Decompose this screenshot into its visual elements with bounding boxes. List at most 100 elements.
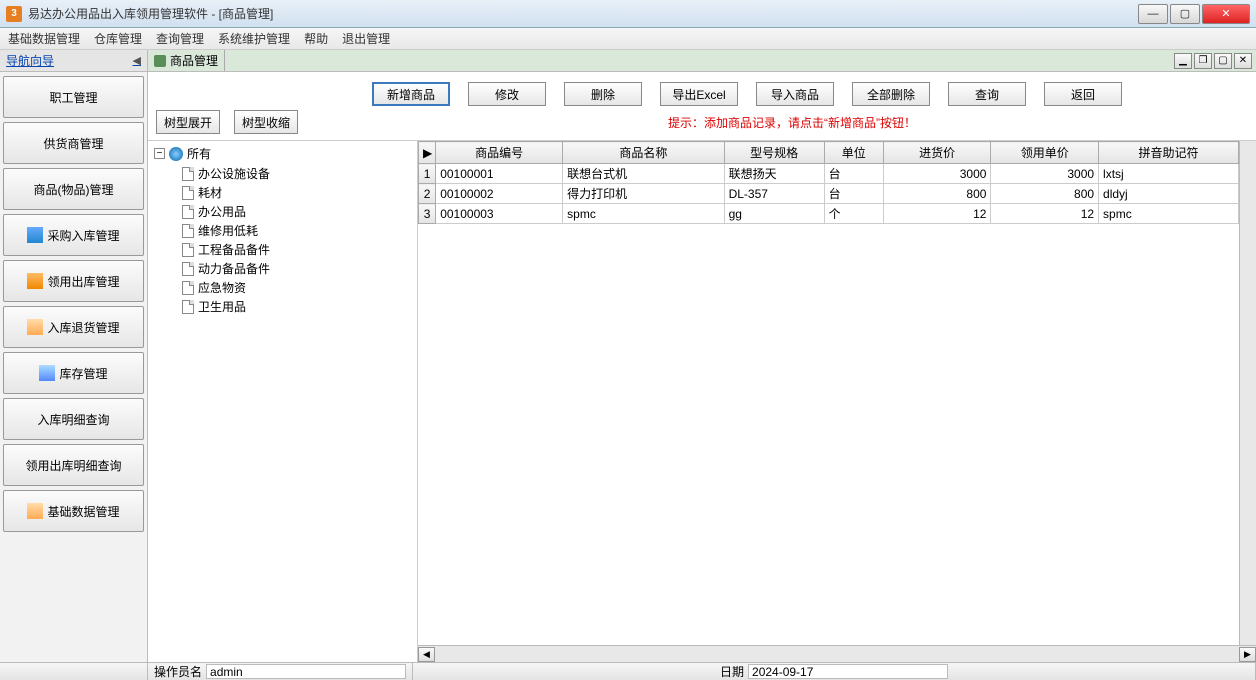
toolbar: 新增商品 修改 删除 导出Excel 导入商品 全部删除 查询 返回 树型展开 …	[148, 72, 1256, 141]
sidebar-item-out-detail[interactable]: 领用出库明细查询	[3, 444, 144, 486]
delete-button[interactable]: 删除	[564, 82, 642, 106]
menu-query[interactable]: 查询管理	[156, 30, 204, 47]
column-header[interactable]: 拼音助记符	[1099, 142, 1239, 164]
cell[interactable]: 800	[991, 184, 1099, 204]
purchase-icon	[27, 227, 43, 243]
statusbar: 操作员名 日期	[0, 662, 1256, 680]
inner-restore-button[interactable]: ❐	[1194, 53, 1212, 69]
tree-root-label: 所有	[187, 145, 211, 162]
product-grid-pane: ▶ 商品编号商品名称型号规格单位进货价领用单价拼音助记符 100100001联想台…	[418, 141, 1256, 662]
cell[interactable]: 12	[991, 204, 1099, 224]
cell[interactable]: 00100001	[436, 164, 563, 184]
column-header[interactable]: 型号规格	[724, 142, 824, 164]
sidebar-item-product[interactable]: 商品(物品)管理	[3, 168, 144, 210]
scroll-left-button[interactable]: ◀	[418, 647, 435, 662]
tree-root[interactable]: − 所有	[154, 145, 411, 162]
cell[interactable]: 800	[883, 184, 991, 204]
inner-maximize-button[interactable]: ▢	[1214, 53, 1232, 69]
tree-item[interactable]: 卫生用品	[182, 297, 411, 316]
sidebar-item-basic-data[interactable]: 基础数据管理	[3, 490, 144, 532]
tree-item[interactable]: 动力备品备件	[182, 259, 411, 278]
scroll-right-button[interactable]: ▶	[1239, 647, 1256, 662]
maximize-button[interactable]: ▢	[1170, 4, 1200, 24]
sidebar-item-employee[interactable]: 职工管理	[3, 76, 144, 118]
menu-exit[interactable]: 退出管理	[342, 30, 390, 47]
tree-item[interactable]: 办公设施设备	[182, 164, 411, 183]
cell[interactable]: 联想扬天	[724, 164, 824, 184]
cell[interactable]: 个	[824, 204, 883, 224]
cell[interactable]: gg	[724, 204, 824, 224]
tree-item[interactable]: 耗材	[182, 183, 411, 202]
chevron-left-icon[interactable]: ◀	[133, 54, 141, 67]
back-button[interactable]: 返回	[1044, 82, 1122, 106]
inner-close-button[interactable]: ✕	[1234, 53, 1252, 69]
document-icon	[182, 205, 194, 219]
product-grid[interactable]: ▶商品编号商品名称型号规格单位进货价领用单价拼音助记符 100100001联想台…	[418, 141, 1239, 224]
cell[interactable]: lxtsj	[1099, 164, 1239, 184]
cell[interactable]: 3000	[883, 164, 991, 184]
sidebar: 职工管理 供货商管理 商品(物品)管理 采购入库管理 领用出库管理 入库退货管理…	[0, 72, 148, 662]
nav-wizard-link[interactable]: 导航向导 ◀	[0, 50, 148, 71]
cell[interactable]: dldyj	[1099, 184, 1239, 204]
cell[interactable]: 得力打印机	[563, 184, 724, 204]
horizontal-scrollbar[interactable]: ◀ ▶	[418, 645, 1256, 662]
sidebar-item-label: 基础数据管理	[47, 503, 119, 520]
tree-collapse-icon[interactable]: −	[154, 148, 165, 159]
sidebar-item-supplier[interactable]: 供货商管理	[3, 122, 144, 164]
sidebar-item-issue-out[interactable]: 领用出库管理	[3, 260, 144, 302]
add-product-button[interactable]: 新增商品	[372, 82, 450, 106]
sidebar-item-stock[interactable]: 库存管理	[3, 352, 144, 394]
cell[interactable]: spmc	[563, 204, 724, 224]
vertical-scrollbar[interactable]	[1239, 141, 1256, 645]
inner-tab-product-mgmt[interactable]: 商品管理	[148, 50, 225, 71]
cell[interactable]: DL-357	[724, 184, 824, 204]
column-header[interactable]: 领用单价	[991, 142, 1099, 164]
cell[interactable]: spmc	[1099, 204, 1239, 224]
category-tree: − 所有 办公设施设备耗材办公用品维修用低耗工程备品备件动力备品备件应急物资卫生…	[148, 141, 418, 662]
document-icon	[182, 281, 194, 295]
table-row[interactable]: 100100001联想台式机联想扬天台30003000lxtsj	[419, 164, 1239, 184]
tree-item-label: 工程备品备件	[198, 241, 270, 258]
table-row[interactable]: 300100003spmcgg个1212spmc	[419, 204, 1239, 224]
sidebar-item-return[interactable]: 入库退货管理	[3, 306, 144, 348]
menu-warehouse[interactable]: 仓库管理	[94, 30, 142, 47]
inner-tab-label: 商品管理	[170, 52, 218, 69]
sidebar-item-label: 采购入库管理	[47, 227, 119, 244]
cell[interactable]: 00100003	[436, 204, 563, 224]
column-header[interactable]: 商品编号	[436, 142, 563, 164]
cell[interactable]: 00100002	[436, 184, 563, 204]
sidebar-item-in-detail[interactable]: 入库明细查询	[3, 398, 144, 440]
tree-item[interactable]: 应急物资	[182, 278, 411, 297]
tree-item[interactable]: 维修用低耗	[182, 221, 411, 240]
cell[interactable]: 台	[824, 164, 883, 184]
window-title: 易达办公用品出入库领用管理软件 - [商品管理]	[28, 5, 1138, 22]
table-row[interactable]: 200100002得力打印机DL-357台800800dldyj	[419, 184, 1239, 204]
cell[interactable]: 台	[824, 184, 883, 204]
date-field[interactable]	[748, 664, 948, 679]
menu-system[interactable]: 系统维护管理	[218, 30, 290, 47]
delete-all-button[interactable]: 全部删除	[852, 82, 930, 106]
operator-field[interactable]	[206, 664, 406, 679]
cell[interactable]: 联想台式机	[563, 164, 724, 184]
cell[interactable]: 3000	[991, 164, 1099, 184]
tree-item[interactable]: 工程备品备件	[182, 240, 411, 259]
tree-item[interactable]: 办公用品	[182, 202, 411, 221]
minimize-button[interactable]: —	[1138, 4, 1168, 24]
cell[interactable]: 12	[883, 204, 991, 224]
edit-button[interactable]: 修改	[468, 82, 546, 106]
tree-expand-button[interactable]: 树型展开	[156, 110, 220, 134]
menu-help[interactable]: 帮助	[304, 30, 328, 47]
column-header[interactable]: 单位	[824, 142, 883, 164]
column-header[interactable]: 进货价	[883, 142, 991, 164]
sidebar-item-purchase-in[interactable]: 采购入库管理	[3, 214, 144, 256]
import-product-button[interactable]: 导入商品	[756, 82, 834, 106]
export-excel-button[interactable]: 导出Excel	[660, 82, 738, 106]
document-icon	[182, 262, 194, 276]
column-header[interactable]: 商品名称	[563, 142, 724, 164]
tree-collapse-button[interactable]: 树型收缩	[234, 110, 298, 134]
close-button[interactable]: ✕	[1202, 4, 1250, 24]
menu-basic-data[interactable]: 基础数据管理	[8, 30, 80, 47]
query-button[interactable]: 查询	[948, 82, 1026, 106]
inner-minimize-button[interactable]: ▁	[1174, 53, 1192, 69]
base-icon	[27, 503, 43, 519]
